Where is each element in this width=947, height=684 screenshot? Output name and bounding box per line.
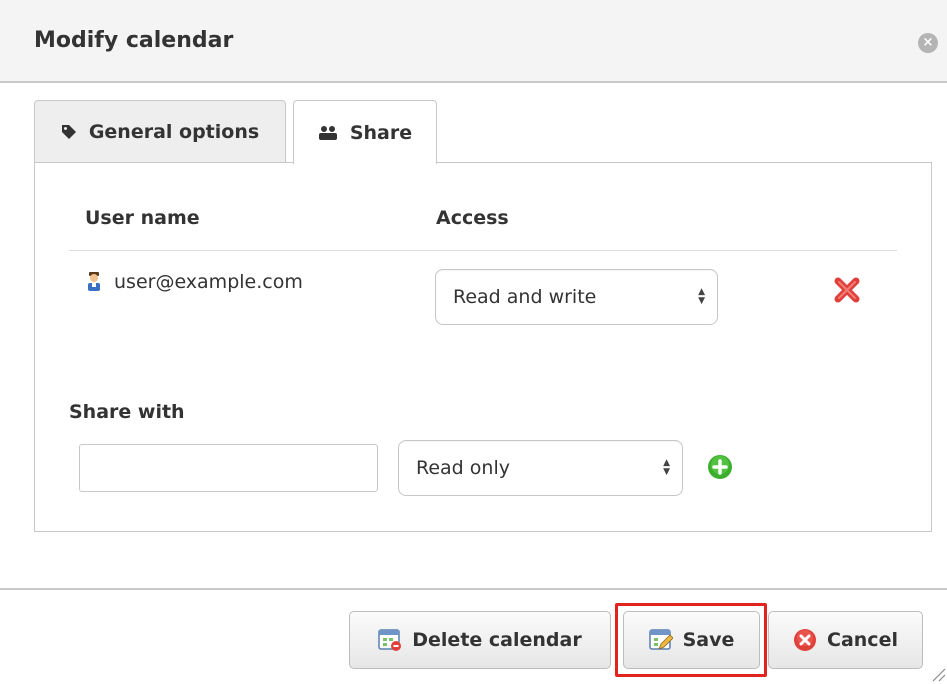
user-icon — [88, 272, 100, 291]
save-label: Save — [682, 629, 735, 651]
delete-calendar-button[interactable]: Delete calendar — [349, 611, 611, 669]
tab-share-label: Share — [349, 121, 413, 144]
dialog-title: Modify calendar — [34, 28, 234, 53]
table-row: user@example.com — [86, 271, 303, 293]
access-header: Access — [436, 207, 509, 229]
select-arrows-icon: ▲ ▼ — [698, 287, 705, 306]
cancel-button[interactable]: Cancel — [768, 611, 923, 669]
table-divider — [69, 250, 897, 251]
tab-general-options[interactable]: General options — [34, 100, 286, 163]
calendar-delete-icon — [378, 629, 402, 651]
tab-general-options-label: General options — [88, 120, 260, 143]
footer-divider — [0, 588, 947, 590]
cancel-circle-icon — [794, 629, 817, 651]
cancel-label: Cancel — [827, 629, 898, 651]
calendar-edit-icon — [648, 629, 673, 650]
modify-calendar-dialog: Modify calendar × General options Share … — [0, 0, 947, 684]
users-icon — [318, 125, 337, 140]
save-button[interactable]: Save — [623, 611, 760, 669]
user-access-value: Read and write — [453, 286, 597, 308]
remove-x-icon[interactable] — [832, 275, 862, 305]
dialog-header: Modify calendar × — [0, 0, 947, 83]
shared-user-email: user@example.com — [114, 271, 303, 293]
user-name-header: User name — [85, 207, 200, 229]
share-with-input[interactable] — [79, 444, 378, 492]
delete-calendar-label: Delete calendar — [412, 629, 582, 651]
tag-icon — [61, 124, 76, 139]
close-icon[interactable]: × — [918, 33, 938, 53]
resize-grip-icon[interactable] — [928, 664, 946, 682]
share-access-select[interactable]: Read only ▲ ▼ — [398, 440, 683, 496]
user-access-select[interactable]: Read and write ▲ ▼ — [435, 269, 718, 325]
share-access-value: Read only — [416, 457, 510, 479]
select-arrows-icon: ▲ ▼ — [663, 458, 670, 477]
tab-share[interactable]: Share — [293, 100, 437, 164]
share-with-label: Share with — [69, 401, 185, 423]
add-circle-icon[interactable] — [707, 454, 733, 480]
